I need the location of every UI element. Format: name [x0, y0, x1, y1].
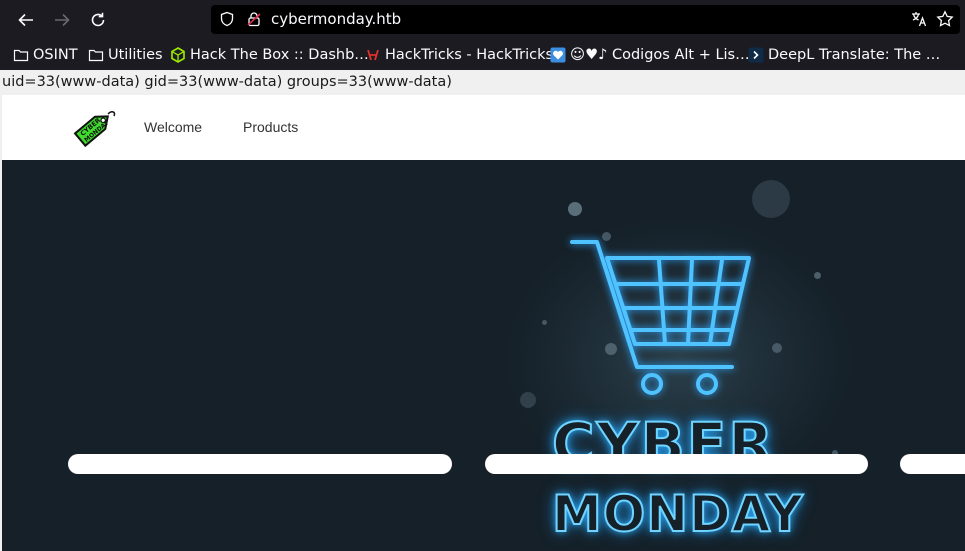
page-content: uid=33(www-data) gid=33(www-data) groups…: [0, 70, 965, 551]
bookmark-star-icon[interactable]: [936, 10, 954, 28]
product-card[interactable]: [68, 454, 452, 474]
arrow-right-icon: [55, 13, 70, 27]
translate-icon[interactable]: [910, 10, 928, 28]
reload-button[interactable]: [86, 8, 110, 32]
bookmarks-bar: OSINT Utilities Hack The Box :: Dashb… H…: [0, 40, 965, 70]
product-card[interactable]: [485, 454, 868, 474]
insecure-lock-icon[interactable]: [246, 11, 262, 27]
site-navbar: CYBER MONDAY Welcome Products: [2, 95, 965, 160]
neon-shopping-cart-icon: [570, 240, 751, 395]
heart-favicon-icon: [550, 47, 566, 63]
nav-link-welcome[interactable]: Welcome: [144, 119, 202, 135]
product-card[interactable]: [900, 454, 965, 474]
reload-icon: [91, 12, 105, 27]
bokeh-dot: [520, 392, 536, 408]
bokeh-dot: [542, 320, 547, 325]
bokeh-dot: [568, 202, 582, 216]
hackthebox-icon: [171, 47, 185, 63]
deepl-icon: [748, 47, 764, 63]
shield-icon[interactable]: [219, 11, 235, 27]
browser-toolbar: cybermonday.htb: [0, 0, 965, 40]
bookmark-label: ☺♥♪ Codigos Alt + Lis…: [570, 47, 750, 63]
hero-title-monday: MONDAY: [551, 484, 804, 544]
folder-icon: [88, 49, 104, 62]
bookmark-label: DeepL Translate: The …: [768, 47, 941, 63]
bokeh-dot: [814, 272, 821, 279]
forward-button[interactable]: [50, 8, 74, 32]
bookmark-label: Utilities: [108, 47, 163, 63]
url-text[interactable]: cybermonday.htb: [271, 10, 401, 28]
bookmark-osint[interactable]: OSINT: [13, 45, 78, 65]
cyber-monday-tag-logo[interactable]: CYBER MONDAY: [68, 102, 120, 152]
bookmark-codigos-alt[interactable]: ☺♥♪ Codigos Alt + Lis…: [550, 45, 750, 65]
command-output: uid=33(www-data) gid=33(www-data) groups…: [2, 74, 452, 90]
url-bar[interactable]: cybermonday.htb: [211, 5, 960, 34]
bookmark-label: Hack The Box :: Dashb…: [190, 47, 369, 63]
arrow-left-icon: [18, 13, 33, 27]
hacktricks-icon: [367, 49, 379, 61]
bookmark-label: OSINT: [33, 47, 78, 63]
bookmark-label: HackTricks - HackTricks: [385, 47, 554, 63]
hero-banner: CYBER MONDAY: [2, 160, 965, 551]
bookmark-hacktricks[interactable]: HackTricks - HackTricks: [365, 45, 553, 65]
bookmark-utilities[interactable]: Utilities: [88, 45, 163, 65]
folder-icon: [13, 49, 29, 62]
bookmark-deepl[interactable]: DeepL Translate: The …: [748, 45, 940, 65]
bokeh-dot: [752, 180, 790, 218]
nav-link-products[interactable]: Products: [243, 119, 298, 135]
back-button[interactable]: [14, 8, 38, 32]
bookmark-hackthebox[interactable]: Hack The Box :: Dashb…: [170, 45, 369, 65]
